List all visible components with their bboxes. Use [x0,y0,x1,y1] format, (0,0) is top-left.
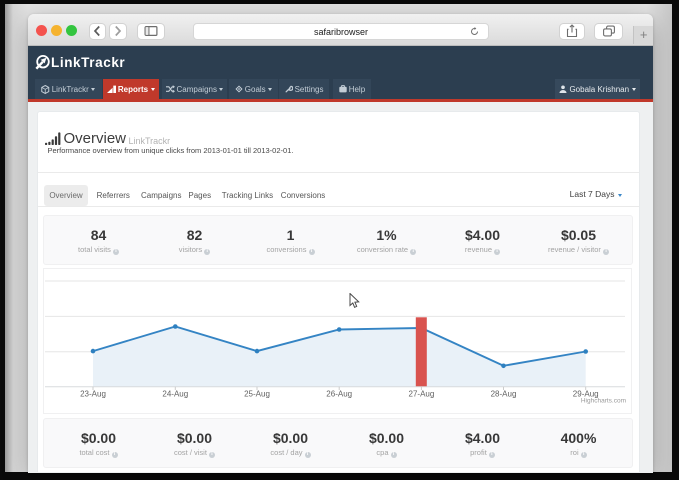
svg-text:26-Aug: 26-Aug [326,390,352,399]
svg-text:28-Aug: 28-Aug [491,390,517,399]
svg-text:27-Aug: 27-Aug [409,390,435,399]
svg-text:Highcharts.com: Highcharts.com [581,398,626,405]
svg-text:23-Aug: 23-Aug [80,390,106,399]
svg-text:25-Aug: 25-Aug [244,390,270,399]
svg-text:24-Aug: 24-Aug [162,390,188,399]
